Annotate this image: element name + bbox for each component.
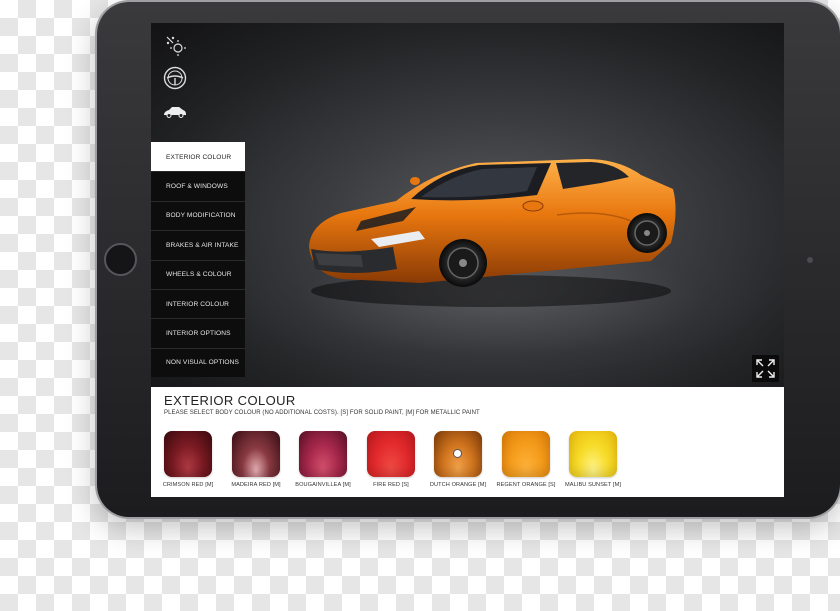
menu-item-roof-windows[interactable]: ROOF & WINDOWS xyxy=(151,171,245,201)
menu-item-label: INTERIOR OPTIONS xyxy=(166,330,231,338)
lighting-icon[interactable] xyxy=(161,31,189,59)
menu-item-exterior-colour[interactable]: EXTERIOR COLOUR xyxy=(151,142,245,172)
swatch-fire-red[interactable] xyxy=(367,431,415,477)
menu-item-label: BRAKES & AIR INTAKE xyxy=(166,241,239,249)
configurator-screen: EXTERIOR COLOUR ROOF & WINDOWS BODY MODI… xyxy=(151,23,784,497)
fullscreen-button[interactable] xyxy=(752,355,779,382)
swatch-bougainvillea[interactable] xyxy=(299,431,347,477)
menu-item-interior-options[interactable]: INTERIOR OPTIONS xyxy=(151,318,245,348)
panel-instructions: PLEASE SELECT BODY COLOUR (NO ADDITIONAL… xyxy=(164,410,480,416)
swatch-madeira-red[interactable] xyxy=(232,431,280,477)
swatch-label: FIRE RED [S] xyxy=(373,482,409,488)
menu-item-body-modification[interactable]: BODY MODIFICATION xyxy=(151,200,245,231)
front-camera xyxy=(807,257,813,263)
swatch-regent-orange[interactable] xyxy=(502,431,550,477)
swatch-dutch-orange[interactable] xyxy=(434,431,482,477)
home-button[interactable] xyxy=(104,243,137,276)
view-icon-rail xyxy=(151,23,199,133)
swatch-label: MADEIRA RED [M] xyxy=(231,482,281,488)
swatch-label: REGENT ORANGE [S] xyxy=(496,482,556,488)
menu-item-label: NON VISUAL OPTIONS xyxy=(166,359,240,367)
car-viewer[interactable]: EXTERIOR COLOUR ROOF & WINDOWS BODY MODI… xyxy=(151,23,784,387)
swatch-label: CRIMSON RED [M] xyxy=(162,482,214,488)
menu-item-non-visual-options[interactable]: NON VISUAL OPTIONS xyxy=(151,347,245,378)
panel-title: EXTERIOR COLOUR xyxy=(164,393,296,408)
menu-item-label: INTERIOR COLOUR xyxy=(166,300,230,308)
menu-item-brakes-air-intake[interactable]: BRAKES & AIR INTAKE xyxy=(151,230,245,260)
expand-icon xyxy=(756,359,775,378)
swatch-label: BOUGAINVILLEA [M] xyxy=(295,482,351,488)
configuration-menu: EXTERIOR COLOUR ROOF & WINDOWS BODY MODI… xyxy=(151,142,245,378)
car-side-icon[interactable] xyxy=(161,98,189,126)
menu-item-label: ROOF & WINDOWS xyxy=(166,183,228,191)
menu-item-label: WHEELS & COLOUR xyxy=(166,271,232,279)
menu-item-wheels-colour[interactable]: WHEELS & COLOUR xyxy=(151,259,245,289)
menu-item-label: EXTERIOR COLOUR xyxy=(166,153,232,161)
menu-item-label: BODY MODIFICATION xyxy=(166,212,236,220)
steering-wheel-icon[interactable] xyxy=(161,64,189,92)
selected-indicator xyxy=(453,449,462,458)
colour-selection-panel: EXTERIOR COLOUR PLEASE SELECT BODY COLOU… xyxy=(151,387,784,497)
swatch-crimson-red[interactable] xyxy=(164,431,212,477)
swatch-label: MALIBU SUNSET [M] xyxy=(565,482,621,488)
car-model-image[interactable] xyxy=(301,151,681,311)
swatch-malibu-sunset[interactable] xyxy=(569,431,617,477)
menu-item-interior-colour[interactable]: INTERIOR COLOUR xyxy=(151,288,245,319)
swatch-label: DUTCH ORANGE [M] xyxy=(429,482,487,488)
